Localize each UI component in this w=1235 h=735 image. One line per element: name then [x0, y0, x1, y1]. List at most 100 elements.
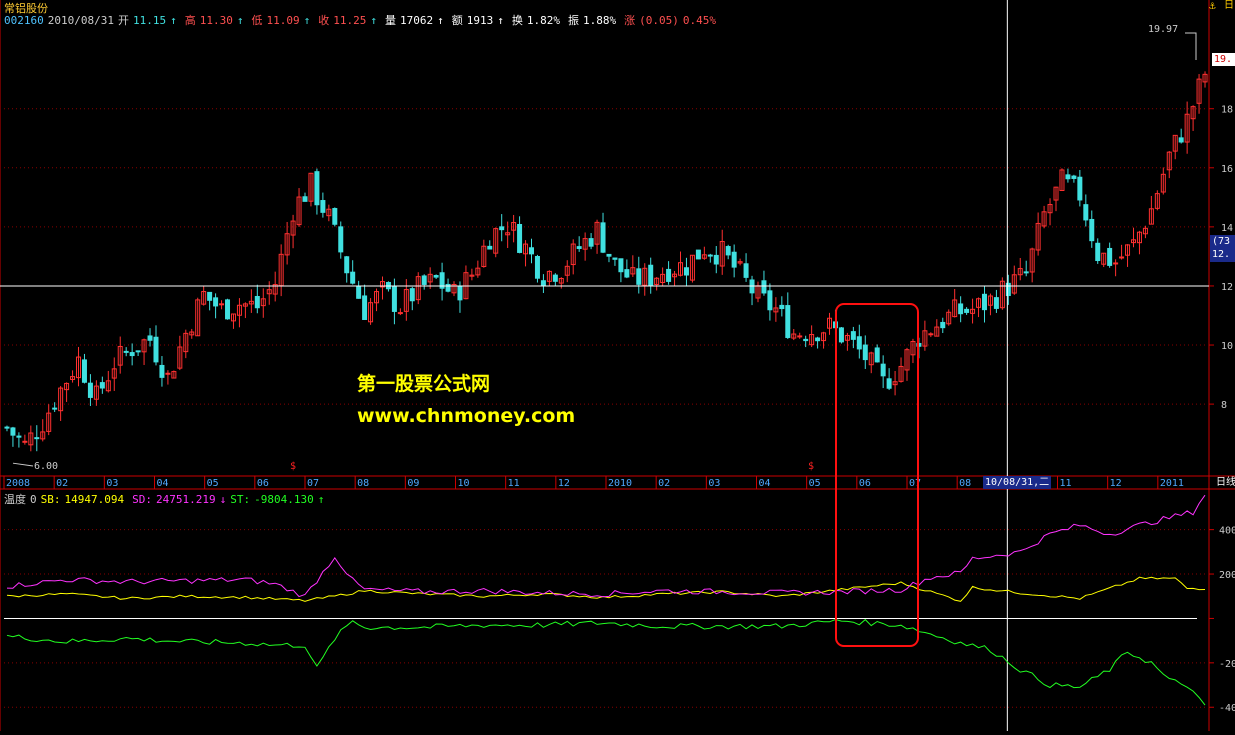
change-pct: 0.45% [682, 14, 716, 27]
candle-body [1077, 176, 1083, 201]
sd-value: 24751.219 [155, 493, 216, 506]
candle-body [862, 344, 868, 361]
open-value: 11.15 [132, 14, 167, 27]
turnover-value: 1.82% [526, 14, 560, 27]
candle-body [761, 280, 767, 294]
x-tick-label: 04 [759, 478, 771, 489]
candle-body [958, 303, 964, 315]
candle-body [815, 337, 821, 342]
candle-body [4, 426, 10, 429]
candle-body [618, 258, 624, 273]
x-tick-label: 2008 [6, 478, 30, 489]
candle-body [874, 347, 880, 363]
x-tick-label: 2010 [608, 478, 632, 489]
indicator-header: 温度 0 SB: 14947.094 SD: 24751.219 ↓ ST: -9804.130… [4, 493, 325, 506]
candle-body [397, 312, 403, 315]
min-price-label: 6.00 [34, 461, 59, 472]
candle-body [302, 196, 308, 202]
amplitude-label: 振 [567, 14, 579, 27]
turnover-label: 换 [511, 14, 523, 27]
candle-body [993, 297, 999, 309]
candle-body [153, 336, 159, 363]
price-tick-label: 14 [1221, 223, 1233, 234]
candle-body [314, 171, 320, 206]
x-tick-label: 02 [658, 478, 670, 489]
candle-body [225, 299, 231, 320]
candle-body [421, 275, 427, 285]
candle-body [165, 372, 171, 375]
candle-body [52, 407, 58, 410]
candle-body [528, 247, 534, 255]
amount-value: 1913 [466, 14, 494, 27]
indicator-tick-label: 200 [1219, 570, 1235, 581]
candle-body [1065, 174, 1071, 180]
min-price-leader [12, 462, 34, 467]
x-tick-label: 11 [508, 478, 520, 489]
price-tick-label: 10 [1221, 341, 1233, 352]
candle-body [409, 288, 415, 302]
candle-body [552, 274, 558, 282]
high-value: 11.30 [199, 14, 233, 27]
signal-marker: $ [290, 461, 297, 472]
st-label: ST: [230, 493, 251, 506]
candle-body [624, 269, 630, 278]
candle-body [213, 297, 219, 307]
candle-body [540, 280, 546, 287]
price-tick-label: 12 [1221, 282, 1233, 293]
x-tick-label: 09 [407, 478, 419, 489]
cursor-price-tag: (73 12. [1210, 235, 1235, 262]
anchor-icon[interactable]: ⚓ [1209, 0, 1222, 12]
sb-value: 14947.094 [64, 493, 125, 506]
candle-body [22, 440, 28, 443]
cursor-tag-line1: (73 [1212, 236, 1231, 247]
candle-body [648, 264, 654, 287]
indicator-line-sb [6, 576, 1206, 602]
amplitude-value: 1.88% [582, 14, 617, 27]
last-price-tag: 19. [1212, 53, 1235, 66]
day-tab[interactable]: 日 [1224, 0, 1235, 12]
x-tick-label: 06 [859, 478, 871, 489]
candle-body [612, 257, 618, 260]
candle-body [344, 256, 350, 274]
candle-body [1095, 242, 1101, 262]
candle-body [797, 335, 803, 338]
volume-label: 量 [384, 14, 396, 27]
indicator-line-st [6, 618, 1206, 706]
candle-body [99, 382, 105, 389]
candle-body [695, 249, 701, 260]
close-label: 收 [318, 14, 330, 27]
candle-body [123, 350, 129, 353]
watermark-url: www.chnmoney.com [357, 405, 576, 427]
period-button[interactable]: 日线 [1216, 476, 1235, 489]
candle-body [1107, 247, 1113, 266]
candle-body [731, 251, 737, 268]
candle-body [713, 254, 719, 265]
x-tick-label: 04 [157, 478, 169, 489]
candle-body [1089, 218, 1095, 242]
candle-body [779, 304, 785, 310]
chart-canvas: 8 10 12 14 16 18 400 200 -200 -400 2008 02 03 04 05 06 0… [0, 0, 1235, 731]
x-tick-label: 10 [458, 478, 470, 489]
max-price-label: 19.97 [1148, 24, 1179, 35]
candle-body [1113, 262, 1119, 265]
candle-body [81, 359, 87, 383]
candle-body [487, 245, 493, 250]
stock-chart[interactable]: 8 10 12 14 16 18 400 200 -200 -400 2008 02 03 04 05 06 0… [0, 0, 1235, 731]
candle-body [600, 222, 606, 253]
candle-body [356, 285, 362, 299]
indicator-tick-label: -400 [1219, 703, 1235, 714]
x-tick-label: 12 [1110, 478, 1122, 489]
indicator-tick-label: 400 [1219, 526, 1235, 537]
candle-body [803, 338, 809, 342]
candle-body [254, 296, 260, 309]
indicator-name: 温度 [4, 493, 26, 506]
x-tick-label: 05 [809, 478, 821, 489]
candle-body [517, 223, 523, 253]
open-label: 开 [117, 14, 129, 27]
price-tick-label: 16 [1221, 164, 1233, 175]
candle-body [362, 295, 368, 320]
x-tick-label: 08 [959, 478, 971, 489]
candle-body [928, 333, 934, 336]
candle-body [16, 435, 22, 438]
candle-body [159, 364, 165, 378]
